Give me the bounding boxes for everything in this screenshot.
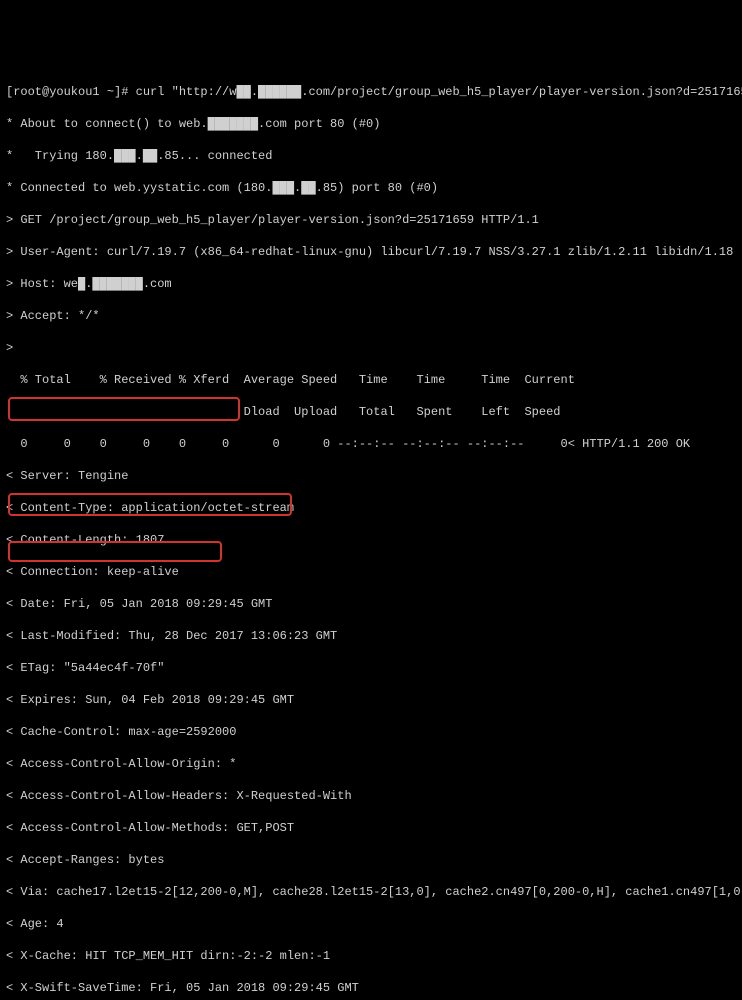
terminal-line: < ETag: "5a44ec4f-70f" [6, 660, 736, 676]
terminal-line: % Total % Received % Xferd Average Speed… [6, 372, 736, 388]
terminal-line: Dload Upload Total Spent Left Speed [6, 404, 736, 420]
terminal-line: > [6, 340, 736, 356]
terminal-line: * About to connect() to web.███████.com … [6, 116, 736, 132]
terminal-line: > Accept: */* [6, 308, 736, 324]
terminal-line: > User-Agent: curl/7.19.7 (x86_64-redhat… [6, 244, 736, 260]
terminal-line: < Via: cache17.l2et15-2[12,200-0,M], cac… [6, 884, 736, 900]
terminal-line: < Connection: keep-alive [6, 564, 736, 580]
terminal-line: < Access-Control-Allow-Methods: GET,POST [6, 820, 736, 836]
terminal-line: < Last-Modified: Thu, 28 Dec 2017 13:06:… [6, 628, 736, 644]
terminal-line: < X-Cache: HIT TCP_MEM_HIT dirn:-2:-2 ml… [6, 948, 736, 964]
terminal-line: < Cache-Control: max-age=2592000 [6, 724, 736, 740]
terminal-line: > Host: we█.███████.com [6, 276, 736, 292]
terminal-line: < Accept-Ranges: bytes [6, 852, 736, 868]
terminal-line: < Age: 4 [6, 916, 736, 932]
terminal-line: < Date: Fri, 05 Jan 2018 09:29:45 GMT [6, 596, 736, 612]
terminal-line: * Connected to web.yystatic.com (180.███… [6, 180, 736, 196]
terminal-line: < Content-Type: application/octet-stream [6, 500, 736, 516]
terminal-line: < Access-Control-Allow-Headers: X-Reques… [6, 788, 736, 804]
terminal-line: < X-Swift-SaveTime: Fri, 05 Jan 2018 09:… [6, 980, 736, 996]
terminal-line: [root@youkou1 ~]# curl "http://w██.█████… [6, 84, 736, 100]
terminal-line: < Access-Control-Allow-Origin: * [6, 756, 736, 772]
terminal-output: [root@youkou1 ~]# curl "http://w██.█████… [6, 68, 736, 1000]
terminal-line: < Expires: Sun, 04 Feb 2018 09:29:45 GMT [6, 692, 736, 708]
terminal-line: > GET /project/group_web_h5_player/playe… [6, 212, 736, 228]
terminal-line: < Content-Length: 1807 [6, 532, 736, 548]
terminal-line: 0 0 0 0 0 0 0 0 --:--:-- --:--:-- --:--:… [6, 436, 736, 452]
terminal-line: < Server: Tengine [6, 468, 736, 484]
terminal-line: * Trying 180.███.██.85... connected [6, 148, 736, 164]
